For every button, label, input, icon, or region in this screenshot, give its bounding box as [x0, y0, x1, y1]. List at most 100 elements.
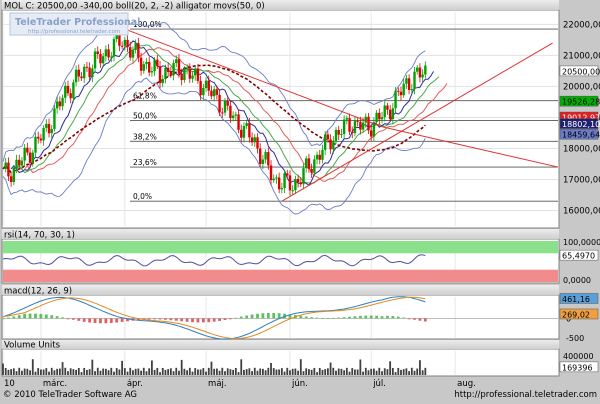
volume-bar [308, 369, 310, 375]
candle-body [302, 168, 305, 185]
candle-body [359, 121, 362, 130]
volume-bar [240, 359, 243, 375]
candle-body [129, 47, 132, 58]
candle-body [20, 160, 24, 166]
volume-bar [31, 359, 34, 375]
candle-body [45, 123, 48, 128]
candle-body [202, 87, 205, 96]
x-axis-label: márc. [43, 379, 67, 389]
macd-histogram-bar [212, 318, 216, 322]
macd-histogram-bar [321, 317, 324, 319]
volume-bar [175, 367, 178, 375]
candle-body [242, 126, 246, 138]
candle-body [378, 112, 381, 120]
candle-body [55, 101, 59, 109]
volume-bar [424, 367, 427, 375]
volume-bar [245, 369, 248, 375]
candle-body [88, 67, 91, 78]
volume-bar [91, 359, 94, 375]
candle-body [158, 66, 162, 84]
candle-body [275, 177, 278, 179]
price-ytick-label: 17000,00 [563, 175, 600, 185]
candle-body [131, 49, 135, 58]
candle-body [118, 33, 121, 46]
volume-bar [291, 368, 294, 375]
volume-bar [226, 368, 229, 375]
volume-bar [305, 368, 308, 375]
candle-body [139, 57, 143, 71]
candle-body [383, 105, 386, 118]
volume-bar [50, 367, 53, 375]
candle-body [334, 129, 338, 141]
candle-body [261, 159, 265, 165]
candle-body [28, 152, 32, 163]
volume-bar [4, 367, 7, 375]
candle-body [47, 123, 51, 134]
volume-bar [280, 368, 283, 375]
candle-body [421, 74, 424, 78]
candle-body [180, 73, 183, 81]
volume-bar [378, 367, 381, 375]
macd-histogram-bar [12, 316, 16, 319]
candle-body [169, 71, 173, 76]
fib-level-label: 23,6% [133, 158, 157, 167]
macd-histogram-bar [402, 317, 406, 319]
volume-bar [402, 369, 405, 375]
volume-bar [335, 370, 337, 375]
price-ytick-label: 16000,00 [563, 206, 600, 216]
volume-bar [164, 369, 167, 375]
macd-histogram-bar [353, 316, 357, 319]
volume-bar [283, 371, 286, 375]
candle-body [39, 138, 43, 141]
candle-body [74, 69, 78, 83]
macd-histogram-bar [164, 318, 167, 320]
volume-bar [202, 368, 205, 375]
candle-body [367, 116, 370, 131]
volume-bar [102, 368, 105, 375]
macd-histogram-bar [23, 313, 27, 319]
volume-bar [113, 371, 115, 375]
candle-body [72, 82, 75, 99]
volume-bar [383, 368, 386, 375]
volume-bar [121, 360, 124, 375]
macd-histogram-bar [229, 318, 232, 320]
candle-body [391, 108, 395, 120]
candle-body [326, 134, 330, 140]
volume-bar [118, 369, 121, 375]
macd-histogram-bar [239, 316, 243, 319]
volume-bar [421, 370, 424, 375]
macd-histogram-bar [326, 318, 330, 319]
macd-histogram-bar [418, 318, 422, 321]
volume-bar [12, 368, 15, 375]
volume-bar [232, 369, 235, 375]
volume-bar [367, 370, 370, 375]
volume-bar [416, 368, 419, 375]
candle-body [351, 131, 354, 134]
volume-bar [21, 370, 23, 375]
candle-body [18, 159, 21, 166]
candle-body [267, 152, 270, 166]
volume-bar [64, 367, 67, 375]
volume-ytick-label: 400000 [563, 352, 594, 361]
candle-body [386, 105, 389, 110]
macd-histogram-bar [261, 313, 265, 319]
volume-bar [381, 371, 383, 375]
volume-bar [278, 369, 281, 375]
macd-histogram-bar [115, 318, 119, 323]
candle-body [342, 119, 346, 134]
macd-histogram-bar [153, 318, 157, 320]
volume-bar [123, 368, 126, 375]
macd-histogram-bar [396, 316, 400, 319]
volume-bar [48, 371, 50, 375]
candle-body [91, 68, 94, 78]
volume-bar [205, 371, 207, 375]
volume-bar [419, 360, 421, 375]
price-panel-header: MOL C: 20500,00 -340,00 boll(20, 2, -2) … [4, 2, 265, 12]
candle-body [153, 59, 156, 72]
candle-body [218, 94, 221, 113]
candle-body [245, 123, 248, 127]
candle-body [416, 67, 419, 72]
volume-bar [180, 359, 183, 375]
candle-body [364, 116, 367, 123]
candle-body [226, 100, 229, 106]
